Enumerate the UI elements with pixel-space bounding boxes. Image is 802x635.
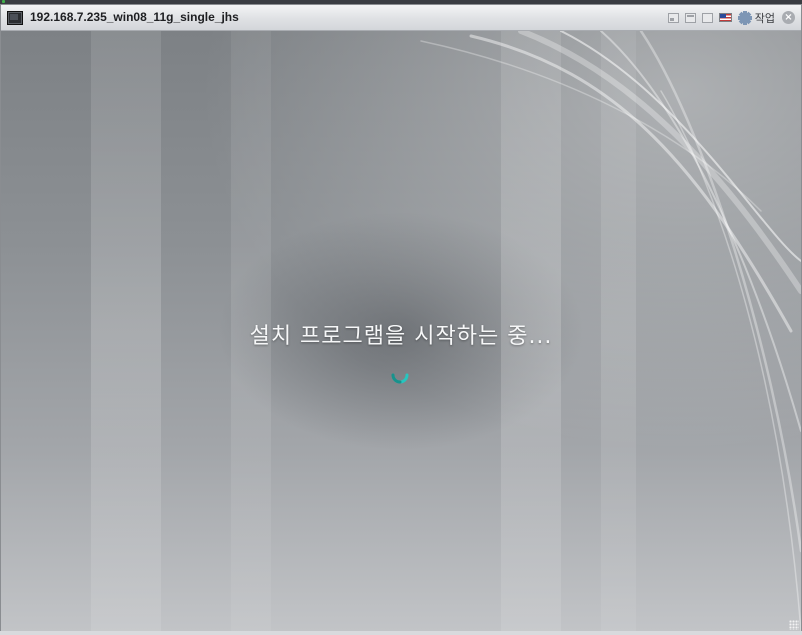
resize-grip-icon[interactable] xyxy=(789,620,799,630)
console-app-icon xyxy=(7,11,23,25)
loading-spinner-icon xyxy=(391,373,409,384)
settings-gear-icon[interactable] xyxy=(737,10,752,25)
actions-menu-label[interactable]: 작업 xyxy=(755,10,775,26)
titlebar-controls: 작업 × xyxy=(662,9,795,26)
host-status-dot xyxy=(2,0,5,3)
remote-console-window: 192.168.7.235_win08_11g_single_jhs 작업 × xyxy=(0,4,802,635)
setup-status-text: 설치 프로그램을 시작하는 중... xyxy=(249,324,553,349)
window-title: 192.168.7.235_win08_11g_single_jhs xyxy=(30,10,239,24)
host-bottom-strip xyxy=(0,631,802,635)
settings-gear-wrap[interactable] xyxy=(732,10,752,25)
minimize-button[interactable] xyxy=(667,12,679,23)
vm-screen[interactable]: 설치 프로그램을 시작하는 중... xyxy=(1,31,801,632)
restore-button[interactable] xyxy=(684,12,696,23)
close-icon[interactable]: × xyxy=(782,11,795,24)
window-titlebar[interactable]: 192.168.7.235_win08_11g_single_jhs 작업 × xyxy=(1,5,801,31)
keyboard-flag-icon[interactable] xyxy=(718,13,732,22)
maximize-button[interactable] xyxy=(701,12,713,23)
